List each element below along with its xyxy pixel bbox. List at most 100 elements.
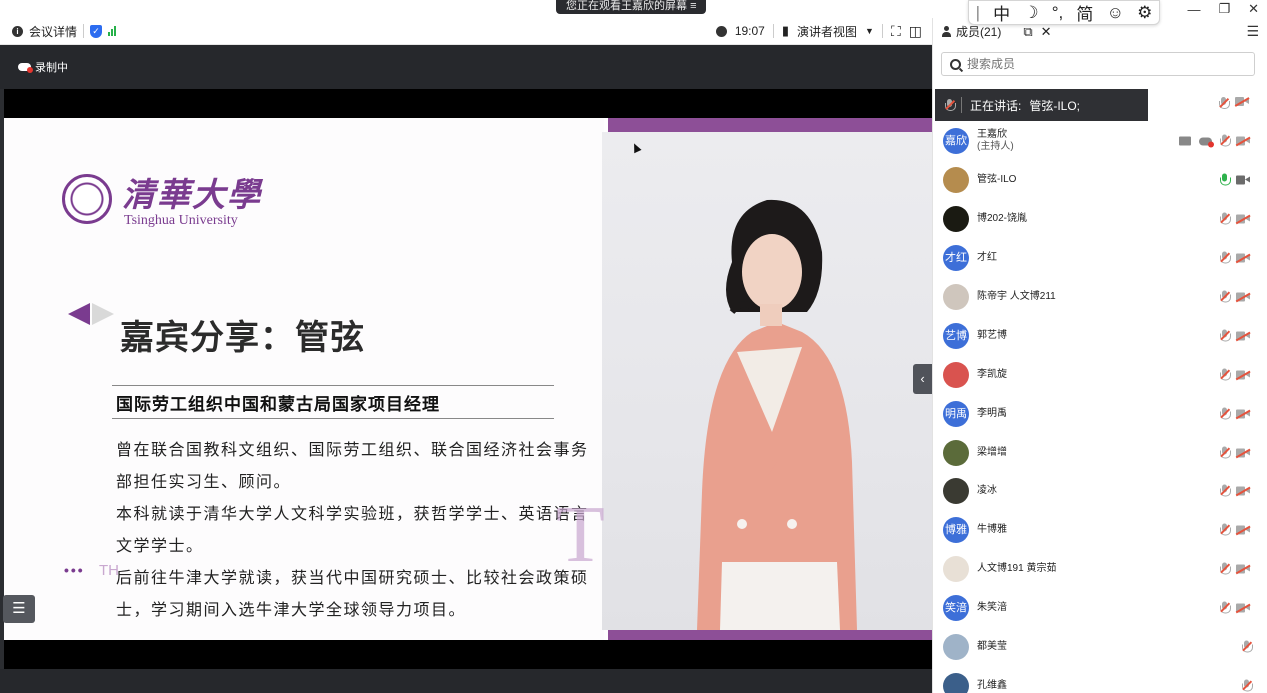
- camera-off-icon[interactable]: [1235, 525, 1251, 536]
- camera-off-icon[interactable]: [1235, 409, 1251, 419]
- mic-muted-icon[interactable]: [1220, 290, 1231, 304]
- ime-moon-icon[interactable]: ☽: [1023, 3, 1038, 23]
- decorative-dots: •••: [64, 562, 85, 578]
- mic-muted-icon[interactable]: [1220, 134, 1231, 148]
- mic-muted-icon[interactable]: [1242, 640, 1253, 654]
- minimize-icon[interactable]: —: [1187, 2, 1200, 17]
- mic-muted-icon[interactable]: [1220, 368, 1231, 381]
- sidebar-layout-icon[interactable]: ◫: [909, 23, 922, 40]
- security-shield-icon[interactable]: ✓: [90, 24, 103, 38]
- ime-script-toggle[interactable]: 简: [1076, 0, 1093, 25]
- mic-muted-icon[interactable]: [1220, 523, 1231, 537]
- restore-icon[interactable]: ❐: [1218, 1, 1230, 17]
- member-controls: [1220, 251, 1251, 265]
- mic-muted-icon[interactable]: [1220, 407, 1231, 420]
- ime-punct-toggle[interactable]: °,: [1052, 3, 1064, 23]
- member-row[interactable]: 才红 才红: [933, 239, 1267, 278]
- speaking-name: 管弦-ILO;: [1029, 98, 1081, 113]
- mic-muted-icon[interactable]: [1242, 679, 1253, 692]
- member-row[interactable]: 孔维鑫: [933, 666, 1267, 693]
- mic-on-icon[interactable]: [1220, 173, 1231, 187]
- slide-title: 嘉宾分享：管弦: [120, 319, 365, 357]
- slide-body-line: 曾在联合国教科文组织、国际劳工组织、联合国经济社会事务: [116, 440, 589, 459]
- list-menu-button[interactable]: ☰: [3, 595, 35, 623]
- member-row[interactable]: 博雅 牛博雅: [933, 511, 1267, 550]
- camera-off-icon[interactable]: [1235, 448, 1251, 458]
- member-controls: [1179, 134, 1251, 148]
- member-controls: [1220, 601, 1251, 615]
- mic-muted-icon[interactable]: [1219, 97, 1230, 110]
- member-search-input[interactable]: [967, 57, 1237, 71]
- camera-off-icon[interactable]: [1235, 136, 1251, 147]
- member-name: 牛博雅: [977, 524, 1007, 536]
- menu-icon[interactable]: ☰: [1246, 23, 1259, 40]
- member-controls: [1220, 484, 1251, 498]
- info-icon[interactable]: i: [12, 25, 23, 37]
- view-mode-dropdown[interactable]: 演讲者视图: [797, 23, 857, 40]
- bottom-bar: [0, 669, 932, 693]
- avatar: 笑湆: [943, 595, 969, 622]
- member-row[interactable]: 博202-饶胤: [933, 200, 1267, 239]
- camera-off-icon[interactable]: [1235, 603, 1251, 614]
- ime-emoji-icon[interactable]: ☺: [1107, 3, 1124, 23]
- ime-toolbar: | 中 ☽ °, 简 ☺ ⚙: [968, 0, 1160, 25]
- camera-on-icon[interactable]: [1236, 175, 1250, 185]
- close-icon[interactable]: ✕: [1041, 24, 1052, 40]
- slide-accent-bar: [608, 118, 932, 132]
- slide-subtitle: 国际劳工组织中国和蒙古局国家项目经理: [116, 395, 440, 415]
- camera-off-icon[interactable]: [1235, 292, 1251, 302]
- member-name: 李明禹: [977, 407, 1007, 419]
- mic-muted-icon[interactable]: [1220, 329, 1231, 342]
- mic-muted-icon[interactable]: [1220, 562, 1231, 576]
- mic-muted-icon[interactable]: [1220, 446, 1231, 459]
- member-row[interactable]: 李凯旋: [933, 355, 1267, 394]
- chevron-down-icon[interactable]: ▼: [865, 26, 874, 36]
- ime-lang-toggle[interactable]: 中: [993, 0, 1010, 25]
- decorative-text: TH: [99, 562, 119, 579]
- close-icon[interactable]: ✕: [1248, 1, 1259, 17]
- member-row[interactable]: 明禹 李明禹: [933, 394, 1267, 433]
- signal-strength-icon[interactable]: [108, 26, 117, 36]
- speaking-indicator: 正在讲话: 管弦-ILO;: [935, 89, 1148, 121]
- camera-off-icon[interactable]: [1235, 331, 1251, 341]
- mic-muted-icon[interactable]: [1220, 251, 1231, 265]
- ime-settings-icon[interactable]: ⚙: [1137, 3, 1152, 23]
- member-search-box[interactable]: [941, 52, 1255, 76]
- slide-body-line: 后前往牛津大学就读，获当代中国研究硕士、比较社会政策硕: [116, 568, 589, 587]
- fullscreen-icon[interactable]: ⛶: [891, 23, 901, 40]
- member-name-block: 牛博雅: [977, 524, 1007, 536]
- member-name: 陈帝宇 人文博211: [977, 291, 1056, 302]
- screen-share-icon: [1179, 136, 1191, 146]
- logo-english-text: Tsinghua University: [124, 213, 238, 228]
- collapse-panel-button[interactable]: ‹: [913, 364, 932, 394]
- member-row[interactable]: 艺博 郭艺博: [933, 316, 1267, 355]
- tab-members[interactable]: 成员(21): [956, 23, 1001, 40]
- member-row[interactable]: 人文博191 黄宗茹: [933, 550, 1267, 589]
- divider: [112, 418, 554, 419]
- popout-icon[interactable]: ⧉: [1023, 24, 1032, 40]
- screen-share-banner[interactable]: 您正在观看王嘉欣的屏幕 ≡: [556, 0, 707, 14]
- member-row[interactable]: 梁增增: [933, 433, 1267, 472]
- camera-off-icon[interactable]: [1234, 97, 1250, 107]
- camera-off-icon[interactable]: [1235, 564, 1251, 575]
- member-row[interactable]: 都美莹: [933, 628, 1267, 667]
- member-row[interactable]: 管弦-ILO: [933, 161, 1267, 200]
- member-name: 李凯旋: [977, 368, 1007, 380]
- member-name: 郭艺博: [977, 329, 1007, 341]
- member-row[interactable]: 凌冰: [933, 472, 1267, 511]
- meeting-details-link[interactable]: 会议详情: [29, 23, 77, 40]
- camera-off-icon[interactable]: [1235, 253, 1251, 264]
- recording-indicator[interactable]: 录制中: [0, 45, 932, 89]
- camera-off-icon[interactable]: [1235, 370, 1251, 380]
- camera-off-icon[interactable]: [1235, 214, 1251, 225]
- mic-muted-icon[interactable]: [1220, 601, 1231, 615]
- camera-off-icon[interactable]: [1235, 486, 1251, 497]
- member-row[interactable]: 笑湆 朱笑湆: [933, 589, 1267, 628]
- member-controls: [1220, 290, 1251, 304]
- mic-muted-icon[interactable]: [1220, 212, 1231, 226]
- mic-muted-icon[interactable]: [1220, 484, 1231, 498]
- tsinghua-seal-logo: [62, 174, 112, 224]
- member-row[interactable]: 嘉欣 王嘉欣 (主持人): [933, 122, 1267, 161]
- share-menu-icon[interactable]: ≡: [690, 0, 696, 12]
- member-row[interactable]: 陈帝宇 人文博211: [933, 278, 1267, 317]
